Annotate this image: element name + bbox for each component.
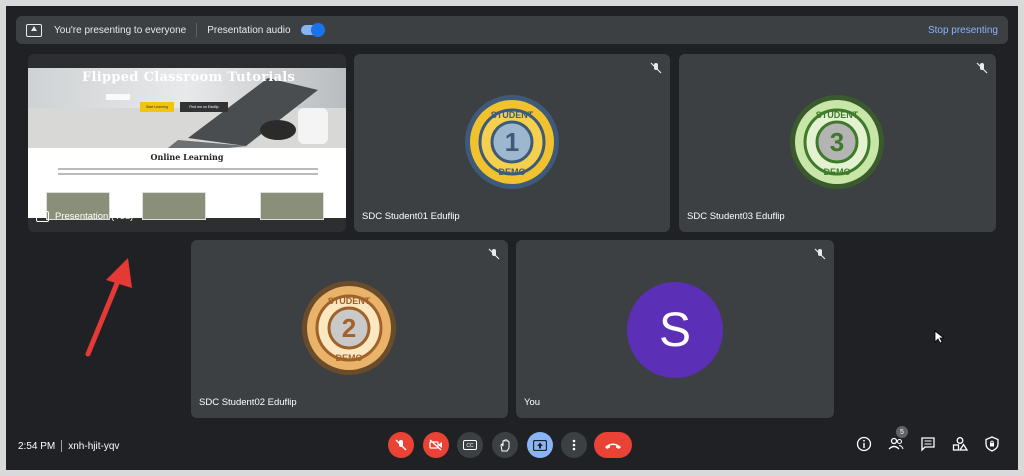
present-screen-icon: [26, 23, 42, 37]
badge-top-text: STUDENT: [491, 110, 534, 120]
shared-slide: Flipped Classroom Tutorials Start Learni…: [28, 68, 346, 220]
presenting-text: You're presenting to everyone: [54, 24, 187, 36]
participant-tile[interactable]: STUDENT 2 DEMO SDC Student02 Eduflip: [191, 240, 508, 418]
badge-bottom-text: DEMO: [336, 353, 363, 363]
hand-icon: [500, 438, 510, 451]
participant-name: SDC Student01 Eduflip: [362, 211, 460, 222]
captions-button[interactable]: CC: [457, 432, 483, 458]
people-icon[interactable]: [888, 436, 904, 452]
meeting-info: 2:54 PM xnh-hjit-yqv: [18, 440, 119, 452]
more-vert-icon: [572, 439, 576, 451]
badge-top-text: STUDENT: [816, 110, 859, 120]
slide-title: Flipped Classroom Tutorials: [82, 70, 296, 85]
svg-text:CC: CC: [466, 443, 474, 449]
participant-tile[interactable]: STUDENT 1 DEMO SDC Student01 Eduflip: [354, 54, 670, 232]
present-now-button[interactable]: [527, 432, 553, 458]
badge-bottom-text: DEMO: [824, 167, 851, 177]
badge-number: 3: [830, 127, 844, 157]
slide-thumbnail: [142, 192, 206, 220]
badge-bottom-text: DEMO: [499, 167, 526, 177]
presentation-name: Presentation (You): [55, 211, 134, 222]
slide-text-line: [58, 173, 318, 175]
more-options-button[interactable]: [561, 432, 587, 458]
participant-name: SDC Student03 Eduflip: [687, 211, 785, 222]
presentation-label: Presentation (You): [36, 211, 133, 222]
participant-name: SDC Student02 Eduflip: [199, 397, 297, 408]
banner-divider: [196, 23, 198, 37]
camera-off-icon: [429, 439, 442, 451]
participant-count-badge: 5: [896, 426, 908, 438]
present-screen-icon: [533, 439, 547, 451]
slide-find-button: Find me on Eduflip: [180, 102, 228, 112]
info-divider: [61, 440, 63, 452]
activities-icon[interactable]: [952, 436, 968, 452]
chat-icon[interactable]: [920, 436, 936, 452]
badge-top-text: STUDENT: [328, 296, 371, 306]
slide-text-line: [58, 168, 318, 170]
stop-presenting-button[interactable]: Stop presenting: [928, 25, 998, 36]
badge-number: 2: [342, 313, 356, 343]
slide-start-button: Start Learning: [140, 102, 174, 112]
slide-thumbnail: [260, 192, 324, 220]
presentation-audio-toggle[interactable]: [300, 23, 325, 37]
present-icon: [36, 211, 49, 222]
annotation-arrow: [85, 258, 132, 357]
raise-hand-button[interactable]: [492, 432, 518, 458]
camera-toggle-button[interactable]: [423, 432, 449, 458]
avatar: S: [627, 282, 723, 378]
mic-off-icon: [488, 248, 500, 260]
student-2-badge: STUDENT 2 DEMO: [302, 281, 396, 375]
mic-off-icon: [650, 62, 662, 74]
captions-icon: CC: [463, 440, 477, 450]
presentation-audio-label: Presentation audio: [207, 24, 291, 36]
mic-off-icon: [814, 248, 826, 260]
student-3-badge: STUDENT 3 DEMO: [790, 95, 884, 189]
meeting-details-icon[interactable]: [856, 436, 872, 452]
badge-number: 1: [505, 127, 519, 157]
clock-time: 2:54 PM: [18, 440, 56, 452]
slide-subheading: Online Learning: [150, 152, 224, 162]
presenting-banner: You're presenting to everyone Presentati…: [16, 16, 1008, 44]
participant-tile-self[interactable]: S You: [516, 240, 834, 418]
meeting-code: xnh-hjit-yqv: [68, 440, 120, 452]
mic-off-icon: [395, 439, 407, 451]
meet-window: You're presenting to everyone Presentati…: [6, 6, 1018, 470]
mouse-cursor-icon: [934, 330, 944, 344]
student-1-badge: STUDENT 1 DEMO: [465, 95, 559, 189]
participant-name: You: [524, 397, 541, 408]
hang-up-icon: [605, 443, 621, 449]
mic-toggle-button[interactable]: [388, 432, 414, 458]
host-controls-icon[interactable]: [984, 436, 1000, 452]
participant-tile[interactable]: STUDENT 3 DEMO SDC Student03 Eduflip: [679, 54, 996, 232]
mic-off-icon: [976, 62, 988, 74]
leave-call-button[interactable]: [594, 432, 632, 458]
presentation-tile[interactable]: Flipped Classroom Tutorials Start Learni…: [28, 54, 346, 232]
